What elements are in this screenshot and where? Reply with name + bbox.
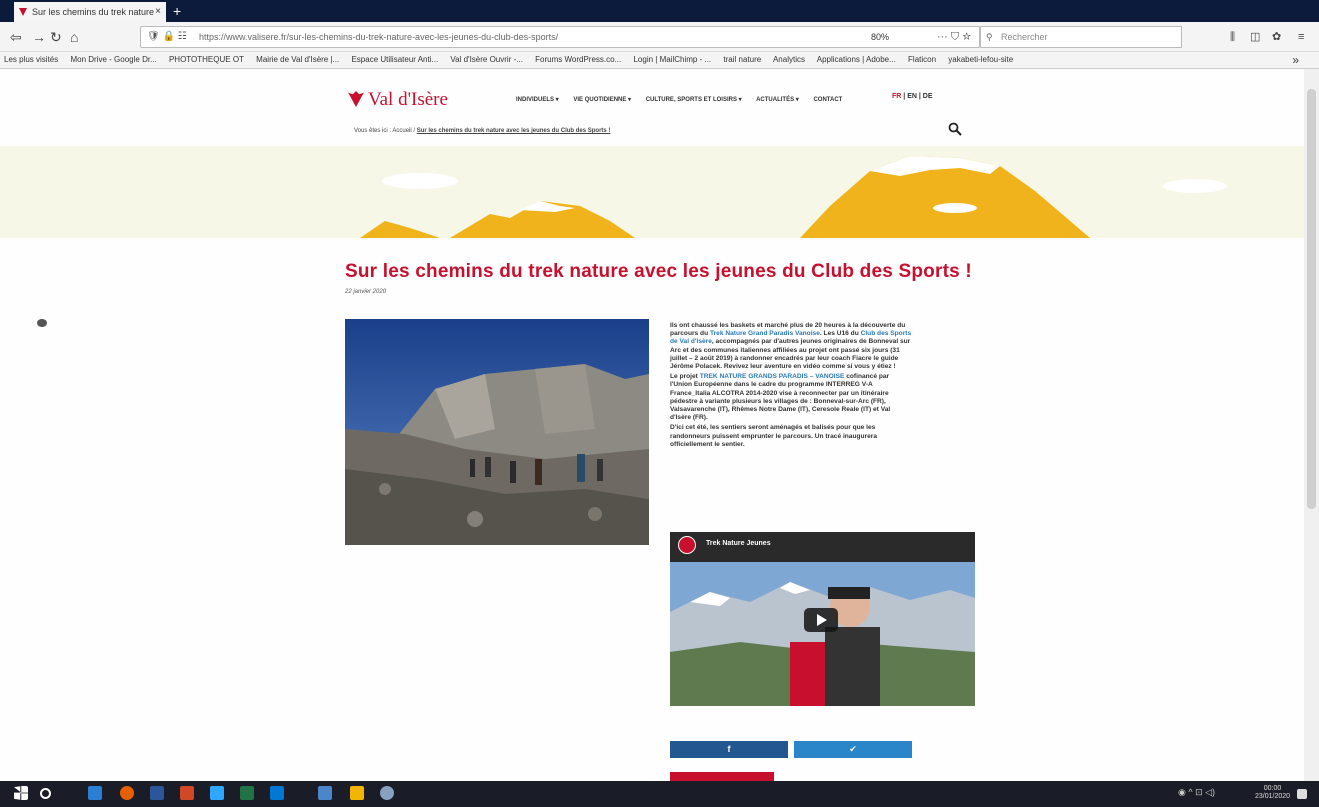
- facebook-share-button[interactable]: f: [670, 741, 788, 758]
- sidebar-icon[interactable]: ◫: [1250, 29, 1260, 45]
- video-player[interactable]: Trek Nature Jeunes: [670, 532, 975, 706]
- app-icon[interactable]: [380, 786, 394, 800]
- firefox-icon[interactable]: [120, 786, 134, 800]
- bookmark-item[interactable]: Applications | Adobe...: [817, 55, 896, 64]
- bookmark-item[interactable]: Forums WordPress.co...: [535, 55, 621, 64]
- clock[interactable]: 00:00 23/01/2020: [1255, 785, 1290, 801]
- bookmarks-more-icon[interactable]: »: [1292, 52, 1299, 68]
- search-icon[interactable]: [948, 122, 962, 136]
- twitter-share-button[interactable]: ✔: [794, 741, 912, 758]
- article-text: . Les U16 du: [819, 330, 861, 338]
- menu-item-contact[interactable]: CONTACT: [813, 97, 842, 103]
- breadcrumb-prefix[interactable]: Vous êtes ici : Accueil /: [354, 128, 417, 134]
- forward-icon[interactable]: →: [32, 29, 46, 45]
- article-paragraph: Le projet TREK NATURE GRANDS PARADIS – V…: [670, 373, 913, 422]
- red-action-button[interactable]: [670, 772, 774, 781]
- file-explorer-icon[interactable]: [350, 786, 364, 800]
- bookmark-item[interactable]: trail nature: [723, 55, 761, 64]
- trek-project-link[interactable]: TREK NATURE GRANDS PARADIS – VANOISE: [700, 373, 845, 380]
- article-body: Ils ont chaussé les baskets et marché pl…: [670, 322, 913, 451]
- back-icon[interactable]: ⇦: [10, 29, 22, 45]
- article-text: cofinancé par l'Union Européenne dans le…: [670, 373, 891, 422]
- bookmark-item[interactable]: Espace Utilisateur Anti...: [351, 55, 438, 64]
- site-logo[interactable]: Val d'Isère: [348, 89, 448, 111]
- library-icon[interactable]: ⫼: [1230, 29, 1235, 45]
- tab-strip: Sur les chemins du trek nature × +: [0, 0, 1319, 22]
- logo-text: Val d'Isère: [368, 89, 448, 110]
- excel-icon[interactable]: [240, 786, 254, 800]
- close-tab-icon[interactable]: ×: [155, 2, 161, 22]
- browser-tab[interactable]: Sur les chemins du trek nature ×: [14, 2, 166, 22]
- menu-item-culture[interactable]: CULTURE, SPORTS ET LOISIRS ▾: [646, 97, 742, 103]
- bookmark-item[interactable]: Analytics: [773, 55, 805, 64]
- bookmark-item[interactable]: Val d'Isère Ouvrir -...: [450, 55, 523, 64]
- notification-icon[interactable]: [1297, 789, 1307, 799]
- lang-others[interactable]: | EN | DE: [903, 93, 932, 100]
- main-menu: INDIVIDUELS ▾ VIE QUOTIDIENNE ▾ CULTURE,…: [516, 96, 855, 103]
- search-placeholder: Rechercher: [1001, 32, 1048, 42]
- tab-title: Sur les chemins du trek nature: [32, 7, 155, 17]
- web-page: Val d'Isère INDIVIDUELS ▾ VIE QUOTIDIENN…: [0, 69, 1304, 781]
- breadcrumb: Vous êtes ici : Accueil / Sur les chemin…: [354, 128, 610, 134]
- lang-fr[interactable]: FR: [892, 93, 901, 100]
- page-actions-icon[interactable]: ··· ⛉ ☆: [937, 27, 971, 47]
- address-bar[interactable]: 🛡 🔒 ☷ https://www.valisere.fr/sur-les-ch…: [140, 26, 980, 48]
- language-switcher: FR | EN | DE: [892, 93, 933, 100]
- scrollbar-thumb[interactable]: [1307, 89, 1316, 509]
- bookmarks-bar: Les plus visités Mon Drive - Google Dr..…: [0, 52, 1319, 69]
- bookmark-item[interactable]: Les plus visités: [4, 55, 58, 64]
- article-title: Sur les chemins du trek nature avec les …: [345, 261, 972, 282]
- bookmark-item[interactable]: Mon Drive - Google Dr...: [70, 55, 156, 64]
- bookmark-item[interactable]: Mairie de Val d'Isère |...: [256, 55, 339, 64]
- bookmark-item[interactable]: Flaticon: [908, 55, 936, 64]
- favicon-icon: [19, 8, 27, 16]
- search-input[interactable]: ⚲ Rechercher: [980, 26, 1182, 48]
- lock-icon: 🛡 🔒 ☷: [147, 31, 187, 42]
- search-icon: ⚲: [986, 32, 993, 42]
- trek-nature-link[interactable]: Trek Nature Grand Paradis Vanoise: [710, 330, 820, 337]
- word-icon[interactable]: [150, 786, 164, 800]
- reload-icon[interactable]: ↻: [50, 29, 62, 45]
- powerpoint-icon[interactable]: [180, 786, 194, 800]
- bookmark-item[interactable]: PHOTOTHEQUE OT: [169, 55, 244, 64]
- menu-item-individuels[interactable]: INDIVIDUELS ▾: [516, 97, 559, 103]
- logo-icon: [348, 91, 364, 107]
- play-button[interactable]: [804, 608, 838, 632]
- system-tray-icons[interactable]: ◉ ^ ⊡ ◁): [1178, 787, 1215, 798]
- zoom-level[interactable]: 80%: [871, 27, 889, 47]
- windows-taskbar: ◉ ^ ⊡ ◁) 00:00 23/01/2020: [0, 781, 1319, 807]
- channel-logo-icon[interactable]: [678, 536, 696, 554]
- clock-date: 23/01/2020: [1255, 793, 1291, 800]
- edge-icon[interactable]: [88, 786, 102, 800]
- menu-item-actualites[interactable]: ACTUALITÉS ▾: [756, 97, 799, 103]
- new-tab-button[interactable]: +: [173, 3, 181, 19]
- breadcrumb-current: Sur les chemins du trek nature avec les …: [416, 128, 611, 134]
- video-title[interactable]: Trek Nature Jeunes: [706, 540, 771, 547]
- article-paragraph: Ils ont chaussé les baskets et marché pl…: [670, 322, 913, 371]
- page-scrollbar[interactable]: [1304, 69, 1319, 781]
- clock-time: 00:00: [1263, 785, 1282, 792]
- home-icon[interactable]: ⌂: [70, 29, 78, 45]
- photoshop-icon[interactable]: [210, 786, 224, 800]
- article-paragraph: D'ici cet été, les sentiers seront aména…: [670, 424, 878, 448]
- menu-item-vie-quotidienne[interactable]: VIE QUOTIDIENNE ▾: [573, 97, 631, 103]
- outlook-icon[interactable]: [318, 786, 332, 800]
- navigation-bar: ⇦ → ↻ ⌂ 🛡 🔒 ☷ https://www.valisere.fr/su…: [0, 22, 1319, 52]
- extension-icon[interactable]: ✿: [1272, 29, 1281, 45]
- menu-icon[interactable]: ≡: [1298, 29, 1304, 45]
- mail-icon[interactable]: [270, 786, 284, 800]
- article-date: 22 janvier 2020: [345, 289, 387, 295]
- url-text: https://www.valisere.fr/sur-les-chemins-…: [199, 32, 559, 42]
- bookmark-item[interactable]: yakabeti-lefou-site: [948, 55, 1013, 64]
- bookmark-item[interactable]: Login | MailChimp - ...: [633, 55, 711, 64]
- start-icon[interactable]: [14, 786, 28, 800]
- side-decoration: [37, 319, 47, 327]
- mountain-banner: [0, 146, 1304, 238]
- article-photo: [345, 319, 649, 545]
- article-text: Le projet: [670, 373, 700, 381]
- search-taskbar-icon[interactable]: [40, 788, 51, 799]
